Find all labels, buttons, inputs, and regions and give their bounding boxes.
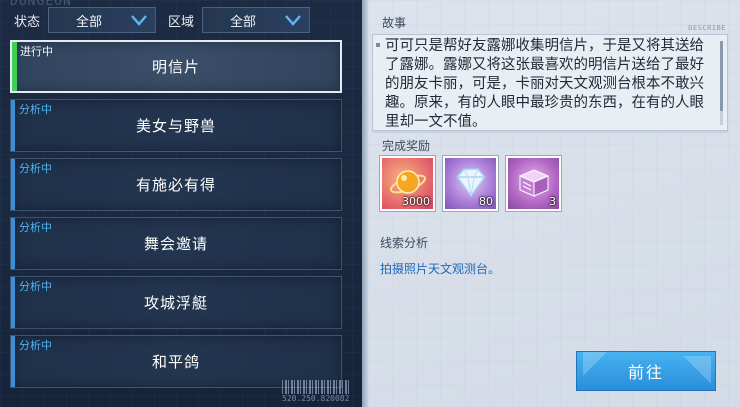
reward-count: 80 [479, 195, 493, 208]
reward-item[interactable]: 3 [506, 156, 561, 211]
quest-item[interactable]: 分析中 舞会邀请 [10, 217, 342, 270]
quest-status-strip [11, 277, 15, 328]
go-button[interactable]: 前往 [576, 351, 716, 391]
status-filter-value: 全部 [75, 14, 102, 30]
status-filter-label: 状态 [13, 14, 40, 30]
quest-status: 分析中 [19, 339, 52, 352]
filter-bar: 状态 全部 区域 全部 [6, 6, 340, 34]
chevron-down-icon [131, 15, 147, 26]
story-scrollbar[interactable] [720, 41, 723, 111]
story-text-box[interactable]: 可可只是帮好友露娜收集明信片，于是又将其送给了露娜。露娜又将这张最喜欢的明信片送… [372, 34, 728, 131]
quest-status-strip [11, 100, 15, 151]
quest-title: 美女与野兽 [135, 117, 216, 135]
quest-item[interactable]: 分析中 美女与野兽 [10, 99, 342, 152]
reward-item[interactable]: 80 [443, 156, 498, 211]
quest-status: 分析中 [19, 103, 52, 116]
go-button-label: 前往 [627, 363, 664, 382]
story-text: 可可只是帮好友露娜收集明信片，于是又将其送给了露娜。露娜又将这张最喜欢的明信片送… [385, 38, 704, 130]
quest-title: 和平鸽 [151, 353, 200, 371]
region-filter-dropdown[interactable]: 全部 [202, 7, 310, 33]
barcode-decoration [282, 380, 350, 394]
quest-title: 有施必有得 [135, 176, 216, 194]
quest-item[interactable]: 分析中 攻城浮艇 [10, 276, 342, 329]
region-filter-label: 区域 [167, 14, 194, 30]
quest-status: 分析中 [19, 162, 52, 175]
rewards-label: 完成奖励 [382, 139, 431, 153]
reward-count: 3 [549, 195, 556, 208]
chevron-down-icon [285, 15, 301, 26]
quest-status: 分析中 [19, 280, 52, 293]
quest-detail-panel: 故事 DESCRIBE 可可只是帮好友露娜收集明信片，于是又将其送给了露娜。露娜… [368, 0, 740, 407]
quest-status-strip [11, 218, 15, 269]
status-filter-dropdown[interactable]: 全部 [48, 7, 156, 33]
quest-status-strip [11, 159, 15, 210]
quest-status: 进行中 [20, 45, 53, 58]
quest-item[interactable]: 分析中 有施必有得 [10, 158, 342, 211]
clue-text: 拍摄照片天文观测台。 [380, 262, 501, 276]
quest-list: 进行中 明信片 分析中 美女与野兽 分析中 有施必有得 分析中 舞会邀请 分析中… [10, 40, 342, 394]
rewards-row: 3000 80 3 [380, 156, 561, 211]
region-filter-value: 全部 [229, 14, 256, 30]
quest-title: 攻城浮艇 [143, 294, 208, 312]
clue-label: 线索分析 [380, 236, 429, 250]
quest-item[interactable]: 进行中 明信片 [10, 40, 342, 93]
reward-item[interactable]: 3000 [380, 156, 435, 211]
quest-status-strip [11, 336, 15, 387]
serial-number: 520.250.820082 [282, 394, 350, 403]
quest-title: 明信片 [151, 58, 200, 76]
story-marker [376, 43, 380, 47]
quest-title: 舞会邀请 [143, 235, 208, 253]
treasure-chest-icon [518, 169, 550, 197]
story-label: 故事 [382, 16, 407, 30]
reward-count: 3000 [402, 195, 430, 208]
quest-status: 分析中 [19, 221, 52, 234]
quest-status-strip [12, 42, 17, 91]
describe-tag: DESCRIBE [688, 24, 726, 32]
quest-list-panel: DUNGEON 状态 全部 区域 全部 进行中 明信片 分析中 美女与野兽 分析… [0, 0, 362, 407]
story-underline [372, 131, 728, 133]
